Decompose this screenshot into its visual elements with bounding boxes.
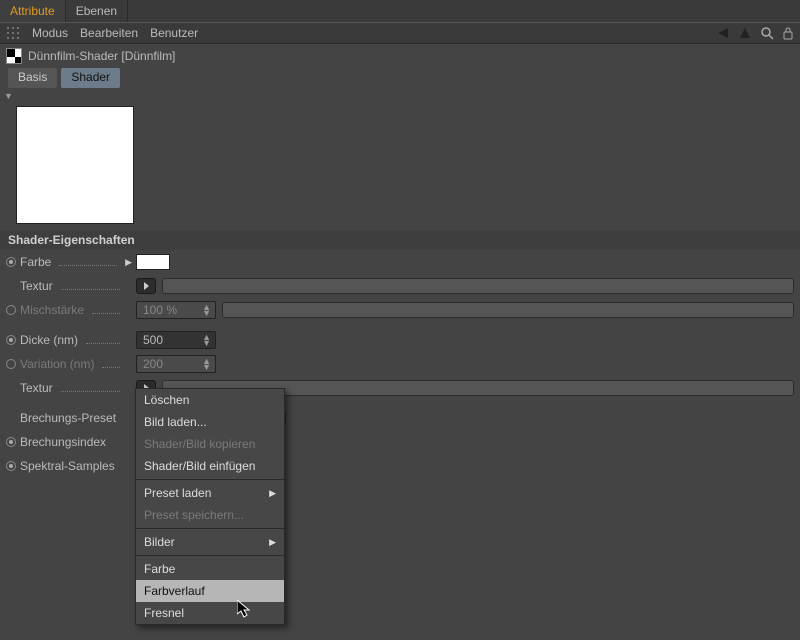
keyframe-bullet-icon[interactable] <box>6 257 16 267</box>
label-spektral: Spektral-Samples <box>20 459 115 473</box>
keyframe-bullet-icon[interactable] <box>6 359 16 369</box>
variation-field[interactable]: 200▲▼ <box>136 355 216 373</box>
ctx-bild-laden[interactable]: Bild laden... <box>136 411 284 433</box>
texture-menu-button[interactable] <box>136 278 156 294</box>
menu-benutzer[interactable]: Benutzer <box>150 26 198 40</box>
label-brechungs-preset: Brechungs-Preset <box>20 411 116 425</box>
ctx-preset-speichern: Preset speichern... <box>136 504 284 526</box>
thickness-field[interactable]: 500▲▼ <box>136 331 216 349</box>
label-brechungsindex: Brechungsindex <box>20 435 106 449</box>
texture-context-menu: Löschen Bild laden... Shader/Bild kopier… <box>135 388 285 625</box>
expand-arrow-icon[interactable]: ▶ <box>125 257 136 268</box>
ctx-preset-laden[interactable]: Preset laden▶ <box>136 482 284 504</box>
object-title: Dünnfilm-Shader [Dünnfilm] <box>28 49 175 63</box>
subtab-basis[interactable]: Basis <box>8 68 57 88</box>
label-variation: Variation (nm) <box>20 357 94 371</box>
tab-ebenen[interactable]: Ebenen <box>66 0 128 22</box>
keyframe-bullet-icon[interactable] <box>6 305 16 315</box>
label-mischstaerke: Mischstärke <box>20 303 84 317</box>
ctx-farbverlauf[interactable]: Farbverlauf <box>136 580 284 602</box>
ctx-shader-einfuegen[interactable]: Shader/Bild einfügen <box>136 455 284 477</box>
lock-icon[interactable] <box>782 26 794 40</box>
ctx-bilder[interactable]: Bilder▶ <box>136 531 284 553</box>
mix-strength-slider[interactable] <box>222 302 794 318</box>
menu-modus[interactable]: Modus <box>32 26 68 40</box>
menu-bearbeiten[interactable]: Bearbeiten <box>80 26 138 40</box>
texture-field[interactable] <box>162 278 794 294</box>
ctx-fresnel[interactable]: Fresnel <box>136 602 284 624</box>
label-textur2: Textur <box>20 381 53 395</box>
shader-preview[interactable] <box>16 106 134 224</box>
submenu-arrow-icon: ▶ <box>269 537 276 548</box>
subtab-shader[interactable]: Shader <box>61 68 120 88</box>
label-farbe: Farbe <box>20 255 51 269</box>
label-dicke: Dicke (nm) <box>20 333 78 347</box>
ctx-loeschen[interactable]: Löschen <box>136 389 284 411</box>
grid-icon[interactable] <box>6 26 20 40</box>
mix-strength-field[interactable]: 100 %▲▼ <box>136 301 216 319</box>
search-icon[interactable] <box>760 26 774 40</box>
tab-attribute[interactable]: Attribute <box>0 0 66 22</box>
color-swatch[interactable] <box>136 254 170 270</box>
ctx-shader-kopieren: Shader/Bild kopieren <box>136 433 284 455</box>
keyframe-bullet-icon[interactable] <box>6 461 16 471</box>
keyframe-bullet-icon[interactable] <box>6 335 16 345</box>
shader-type-icon <box>6 48 22 64</box>
ctx-farbe[interactable]: Farbe <box>136 558 284 580</box>
submenu-arrow-icon: ▶ <box>269 488 276 499</box>
nav-up-icon[interactable] <box>738 26 752 40</box>
nav-back-icon[interactable] <box>716 26 730 40</box>
keyframe-bullet-icon[interactable] <box>6 437 16 447</box>
label-textur: Textur <box>20 279 53 293</box>
disclosure-triangle-icon[interactable]: ▼ <box>0 91 13 101</box>
section-header: Shader-Eigenschaften <box>0 230 800 250</box>
